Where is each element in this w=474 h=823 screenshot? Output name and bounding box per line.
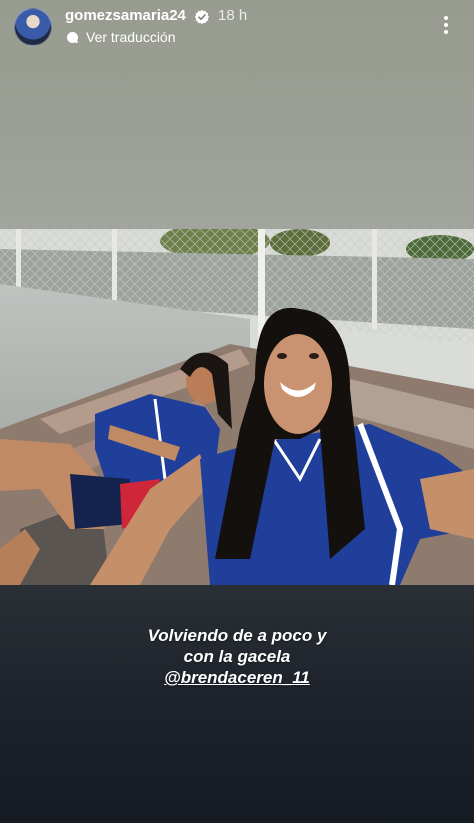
story-photo	[0, 229, 474, 585]
mention-link[interactable]: @brendaceren_11	[60, 667, 414, 688]
username[interactable]: gomezsamaria24	[65, 7, 186, 24]
see-translation-link[interactable]: Ver traducción	[86, 29, 176, 45]
verified-badge-icon	[194, 9, 210, 25]
caption-line-1: Volviendo de a poco y	[147, 626, 327, 645]
more-vertical-icon[interactable]	[436, 13, 456, 37]
translate-bubble-icon	[67, 31, 79, 43]
story-viewer: gomezsamaria24 18 h Ver traducción Volvi…	[0, 0, 474, 823]
story-header: gomezsamaria24 18 h Ver traducción	[0, 0, 474, 60]
avatar[interactable]	[14, 8, 52, 46]
caption-line-2: con la gacela	[183, 647, 291, 666]
post-time: 18 h	[218, 7, 248, 24]
story-caption: Volviendo de a poco y con la gacela @bre…	[60, 625, 414, 688]
